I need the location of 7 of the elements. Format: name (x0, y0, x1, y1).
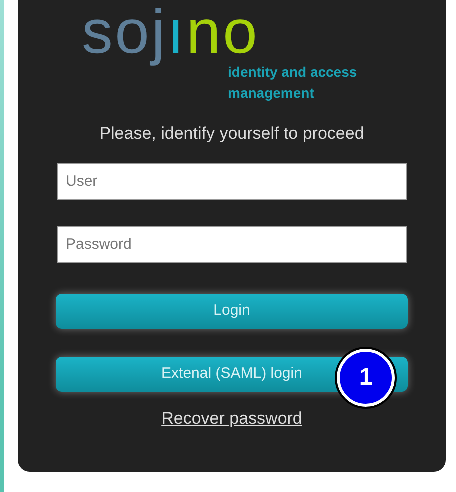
input-field[interactable]: User (57, 162, 407, 200)
prompt-text: Please, identify yourself to proceed (100, 123, 364, 145)
login-button[interactable]: Login (56, 294, 408, 328)
recover-password-link[interactable]: Recover password (162, 406, 302, 431)
input-field[interactable]: Password (57, 226, 407, 262)
callout-tooltip: 1 (337, 349, 395, 407)
tagline: identity and access management (228, 63, 358, 103)
